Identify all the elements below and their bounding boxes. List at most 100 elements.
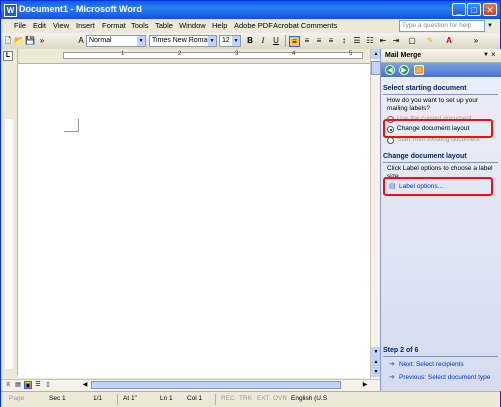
- chevron-down-icon[interactable]: ▼: [137, 36, 145, 46]
- status-ext[interactable]: EXT: [257, 395, 270, 402]
- save-icon[interactable]: 💾: [25, 36, 35, 46]
- highlight-icon[interactable]: ✎: [425, 36, 435, 46]
- section-prompt: How do you want to set up your mailing l…: [387, 97, 479, 112]
- font-size-select[interactable]: 12 ▼: [219, 35, 241, 47]
- print-layout-icon[interactable]: ▣: [24, 381, 32, 389]
- menu-file[interactable]: File: [14, 21, 26, 30]
- bold-icon[interactable]: B: [245, 36, 255, 46]
- borders-icon[interactable]: ▢: [407, 36, 417, 46]
- menu-edit[interactable]: Edit: [33, 21, 46, 30]
- word-app-icon[interactable]: W: [4, 4, 17, 17]
- open-folder-icon[interactable]: 📂: [14, 36, 24, 46]
- web-layout-icon[interactable]: ▤: [14, 381, 22, 389]
- underline-icon[interactable]: U: [271, 36, 281, 46]
- styles-icon[interactable]: A: [76, 36, 86, 46]
- radio-existing[interactable]: [387, 137, 394, 144]
- menu-adobe-pdf[interactable]: Adobe PDF: [234, 21, 273, 30]
- font-value: Times New Roman: [152, 37, 212, 44]
- ruler-number: 2: [178, 51, 182, 57]
- home-icon[interactable]: ⌂: [414, 65, 424, 75]
- ruler-number: 1: [121, 51, 125, 57]
- previous-arrow-icon[interactable]: ➜: [389, 373, 395, 381]
- justify-icon[interactable]: ≡: [326, 36, 336, 46]
- task-pane-nav: ◀ ▶ ⌂: [381, 63, 501, 77]
- next-step-link[interactable]: Next: Select recipients: [399, 361, 464, 368]
- word-window: W Document1 - Microsoft Word _ □ ✕ File …: [0, 0, 501, 407]
- horizontal-scroll-thumb[interactable]: [91, 381, 341, 389]
- style-value: Normal: [89, 37, 112, 44]
- toolbar-options-icon[interactable]: »: [471, 36, 481, 46]
- horizontal-scrollbar[interactable]: ≡ ▤ ▣ ☰ ▯ ◀ ▶: [1, 379, 380, 391]
- vertical-ruler[interactable]: L: [1, 49, 18, 375]
- new-document-icon[interactable]: 🗋: [3, 36, 13, 46]
- chevron-down-icon[interactable]: ▼: [208, 36, 216, 46]
- menu-table[interactable]: Table: [155, 21, 173, 30]
- font-color-icon[interactable]: A: [444, 36, 454, 46]
- status-column: Col 1: [187, 395, 203, 402]
- pane-menu-chevron-icon[interactable]: ▼: [483, 52, 489, 58]
- decrease-indent-icon[interactable]: ⇤: [378, 36, 388, 46]
- menu-insert[interactable]: Insert: [76, 21, 95, 30]
- status-trk[interactable]: TRK: [239, 395, 252, 402]
- align-left-icon[interactable]: ≡: [289, 36, 300, 47]
- ruler-text-area: [5, 119, 13, 369]
- increase-indent-icon[interactable]: ⇥: [391, 36, 401, 46]
- align-right-icon[interactable]: ≡: [314, 36, 324, 46]
- status-rec[interactable]: REC: [221, 395, 235, 402]
- chevron-down-icon[interactable]: ▼: [232, 36, 240, 46]
- back-icon[interactable]: ◀: [385, 65, 395, 75]
- toolbar-separator: [285, 35, 286, 47]
- status-ovr[interactable]: OVR: [273, 395, 287, 402]
- status-section: Sec 1: [49, 395, 66, 402]
- ruler-number: 3: [235, 51, 239, 57]
- menu-view[interactable]: View: [53, 21, 69, 30]
- normal-view-icon[interactable]: ≡: [4, 381, 12, 389]
- section-divider: [383, 356, 498, 357]
- previous-step-link[interactable]: Previous: Select document type: [399, 374, 490, 381]
- status-page-label: Page: [9, 395, 25, 402]
- style-select[interactable]: Normal ▼: [86, 35, 146, 47]
- help-dropdown-icon[interactable]: ▼: [487, 23, 493, 29]
- line-spacing-icon[interactable]: ↕: [339, 36, 349, 46]
- menu-window[interactable]: Window: [179, 21, 206, 30]
- next-arrow-icon[interactable]: ➜: [389, 360, 395, 368]
- section-title: Select starting document: [383, 85, 467, 92]
- italic-icon[interactable]: I: [258, 36, 268, 46]
- document-page[interactable]: [18, 64, 370, 378]
- align-center-icon[interactable]: ≡: [302, 36, 312, 46]
- reading-layout-icon[interactable]: ▯: [44, 381, 52, 389]
- toolbar-options-icon[interactable]: »: [37, 36, 47, 46]
- maximize-button[interactable]: □: [467, 3, 481, 16]
- font-select[interactable]: Times New Roman ▼: [149, 35, 217, 47]
- tab-selector-icon[interactable]: L: [3, 51, 13, 61]
- bullets-icon[interactable]: ☷: [365, 36, 375, 46]
- task-pane-title: Mail Merge: [385, 52, 422, 59]
- section-divider: [383, 162, 498, 163]
- pane-close-icon[interactable]: ×: [491, 50, 496, 59]
- forward-icon[interactable]: ▶: [399, 65, 409, 75]
- menu-bar: File Edit View Insert Format Tools Table…: [1, 19, 500, 33]
- minimize-button[interactable]: _: [452, 3, 466, 16]
- menu-help[interactable]: Help: [212, 21, 227, 30]
- status-page-count: 1/1: [93, 395, 103, 402]
- title-bar[interactable]: W Document1 - Microsoft Word _ □ ✕: [1, 1, 500, 19]
- scroll-right-icon[interactable]: ▶: [361, 381, 369, 389]
- ruler-number: 4: [292, 51, 296, 57]
- menu-acrobat-comments[interactable]: Acrobat Comments: [273, 21, 337, 30]
- scroll-left-icon[interactable]: ◀: [81, 381, 89, 389]
- ruler-text-area: [63, 52, 363, 59]
- highlight-change-layout: [383, 119, 493, 138]
- ruler-number: 5: [349, 51, 353, 57]
- help-search-input[interactable]: Type a question for help: [399, 20, 485, 32]
- status-at: At 1": [123, 395, 137, 402]
- numbering-icon[interactable]: ☰: [352, 36, 362, 46]
- mail-merge-task-pane: Mail Merge ▼ × ◀ ▶ ⌂ Select starting doc…: [380, 49, 501, 391]
- horizontal-ruler[interactable]: 1 2 3 4 5: [18, 49, 376, 64]
- status-divider: [117, 394, 118, 405]
- formatting-toolbar: 🗋 📂 💾 » A Normal ▼ Times New Roman ▼ 12 …: [1, 33, 500, 50]
- close-button[interactable]: ✕: [483, 3, 497, 16]
- outline-view-icon[interactable]: ☰: [34, 381, 42, 389]
- status-language: English (U.S: [291, 395, 328, 402]
- menu-tools[interactable]: Tools: [131, 21, 149, 30]
- menu-format[interactable]: Format: [102, 21, 126, 30]
